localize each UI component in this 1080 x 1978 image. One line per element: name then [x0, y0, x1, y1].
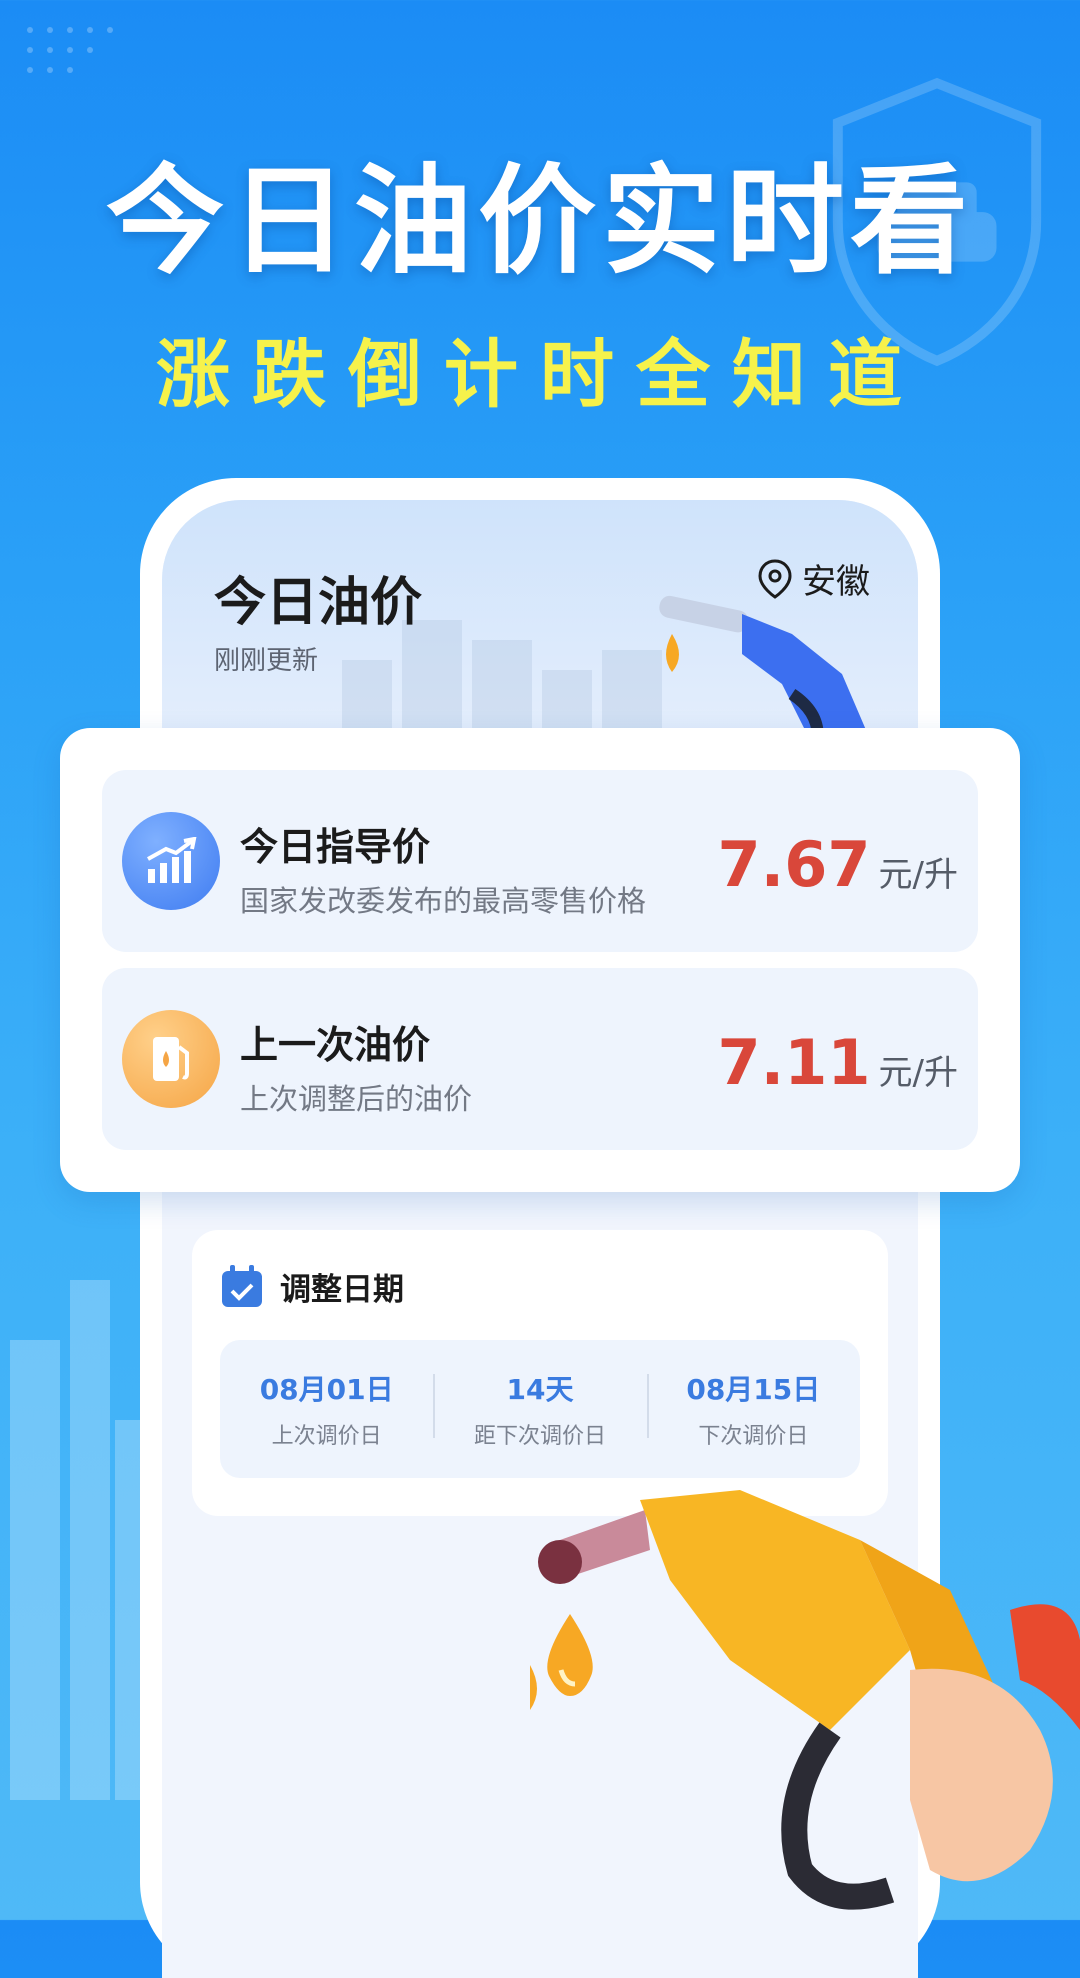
guide-price-row[interactable]: 今日指导价 国家发改委发布的最高零售价格 7.67 元/升: [102, 770, 978, 952]
last-adjust-date-label: 上次调价日: [271, 1424, 382, 1449]
update-status: 刚刚更新: [214, 646, 319, 676]
location-pin-icon: [758, 558, 792, 599]
adjust-date-header: 调整日期: [220, 1264, 404, 1309]
guide-price-value-group: 7.67 元/升: [718, 828, 958, 901]
price-card: 今日指导价 国家发改委发布的最高零售价格 7.67 元/升 上一次油价 上次调整…: [60, 728, 1020, 1192]
next-adjust-date-value: 08月15日: [686, 1373, 821, 1406]
decorative-dots: [27, 27, 113, 73]
previous-price-unit: 元/升: [878, 1053, 958, 1093]
previous-price-title: 上一次油价: [240, 1023, 431, 1067]
hero-title: 今日油价实时看: [105, 152, 974, 290]
previous-price-value: 7.11: [717, 1026, 871, 1099]
guide-price-title: 今日指导价: [240, 825, 431, 869]
fuel-pump-icon: [122, 1010, 220, 1108]
last-adjust-date: 08月01日 上次调价日: [220, 1368, 433, 1450]
days-to-next-adjust-label: 距下次调价日: [473, 1424, 606, 1449]
city-silhouette-icon: [10, 1280, 155, 1800]
last-adjust-date-value: 08月01日: [259, 1373, 394, 1406]
guide-price-value: 7.67: [717, 828, 871, 901]
oil-drop-icon: [547, 1614, 593, 1696]
screen-title: 今日油价: [214, 573, 423, 633]
next-adjust-date: 08月15日 下次调价日: [646, 1368, 860, 1450]
previous-price-subtitle: 上次调整后的油价: [240, 1082, 473, 1116]
guide-price-subtitle: 国家发改委发布的最高零售价格: [240, 884, 647, 918]
hero-subtitle: 涨跌倒计时全知道: [156, 332, 924, 418]
trend-chart-icon: [122, 812, 220, 910]
next-adjust-date-label: 下次调价日: [698, 1424, 809, 1449]
days-to-next-adjust-value: 14天: [506, 1373, 574, 1406]
previous-price-value-group: 7.11 元/升: [718, 1026, 958, 1099]
guide-price-unit: 元/升: [878, 855, 958, 895]
days-to-next-adjust: 14天 距下次调价日: [433, 1368, 646, 1450]
adjust-date-title: 调整日期: [280, 1272, 404, 1308]
adjust-date-panel: 08月01日 上次调价日 14天 距下次调价日 08月15日 下次调价日: [220, 1340, 860, 1478]
blue-fuel-nozzle-icon: [659, 595, 872, 744]
previous-price-row[interactable]: 上一次油价 上次调整后的油价 7.11 元/升: [102, 968, 978, 1150]
hand-fuel-nozzle-icon: [530, 1490, 1080, 1910]
calendar-check-icon: [222, 1264, 262, 1307]
